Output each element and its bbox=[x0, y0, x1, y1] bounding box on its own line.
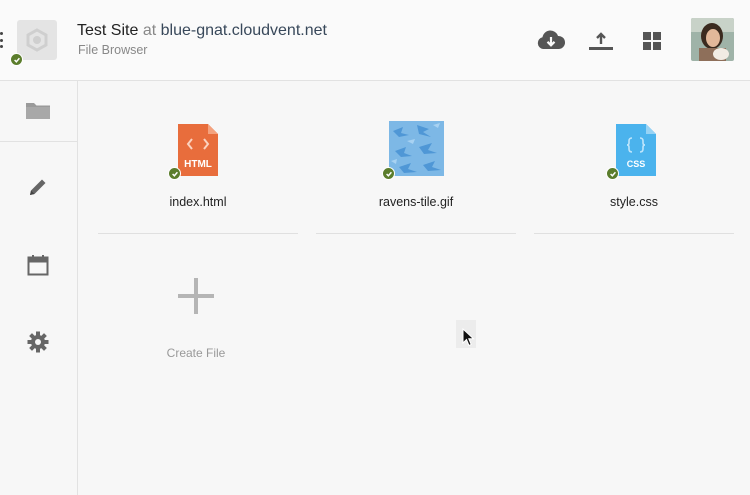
mouse-cursor-icon bbox=[462, 327, 476, 353]
file-name: index.html bbox=[169, 195, 227, 209]
top-bar: Test Site at blue-gnat.cloudvent.net Fil… bbox=[0, 0, 750, 81]
gear-icon bbox=[27, 331, 49, 353]
file-status-check-icon bbox=[382, 167, 395, 180]
site-logo[interactable] bbox=[17, 20, 57, 60]
page-subtitle: File Browser bbox=[78, 43, 148, 57]
sidebar-divider bbox=[0, 141, 77, 142]
download-button[interactable] bbox=[536, 26, 566, 56]
file-name: ravens-tile.gif bbox=[378, 195, 454, 209]
grid-view-icon bbox=[643, 32, 661, 50]
cloud-download-icon bbox=[537, 30, 566, 49]
file-status-check-icon bbox=[168, 167, 181, 180]
html-file-icon: HTML bbox=[178, 124, 218, 181]
upload-icon bbox=[589, 32, 613, 50]
user-avatar[interactable] bbox=[691, 18, 734, 61]
file-tile-ravens-tile-gif[interactable]: ravens-tile.gif bbox=[316, 119, 516, 234]
site-status-check-icon bbox=[10, 53, 23, 66]
sidebar-item-editor[interactable] bbox=[19, 170, 57, 204]
sidebar bbox=[0, 81, 78, 495]
html-badge-text: HTML bbox=[184, 159, 212, 170]
at-label: at bbox=[142, 22, 157, 39]
site-logo-icon bbox=[26, 28, 48, 52]
file-tile-index-html[interactable]: HTML index.html bbox=[98, 119, 298, 234]
calendar-icon bbox=[27, 255, 49, 276]
file-name: style.css bbox=[610, 195, 658, 209]
upload-button[interactable] bbox=[586, 26, 616, 56]
site-name[interactable]: Test Site bbox=[77, 22, 138, 39]
file-tile-style-css[interactable]: CSS style.css bbox=[534, 119, 734, 234]
pencil-icon bbox=[30, 179, 46, 195]
folder-icon bbox=[26, 103, 50, 119]
menu-icon[interactable] bbox=[0, 32, 4, 48]
plus-icon bbox=[178, 278, 214, 314]
css-file-icon: CSS bbox=[616, 124, 656, 181]
file-browser: HTML index.html ravens-tile.gif CSS styl… bbox=[78, 81, 750, 495]
css-badge-text: CSS bbox=[627, 159, 646, 169]
create-file-label[interactable]: Create File bbox=[140, 346, 252, 360]
sidebar-item-settings[interactable] bbox=[19, 325, 57, 359]
site-title: Test Site at blue-gnat.cloudvent.net bbox=[77, 22, 327, 40]
sidebar-item-files[interactable] bbox=[19, 93, 57, 127]
site-domain-link[interactable]: blue-gnat.cloudvent.net bbox=[161, 22, 327, 39]
gif-thumbnail-image bbox=[389, 121, 444, 181]
grid-view-button[interactable] bbox=[637, 26, 667, 56]
sidebar-item-calendar[interactable] bbox=[19, 248, 57, 282]
file-status-check-icon bbox=[606, 167, 619, 180]
